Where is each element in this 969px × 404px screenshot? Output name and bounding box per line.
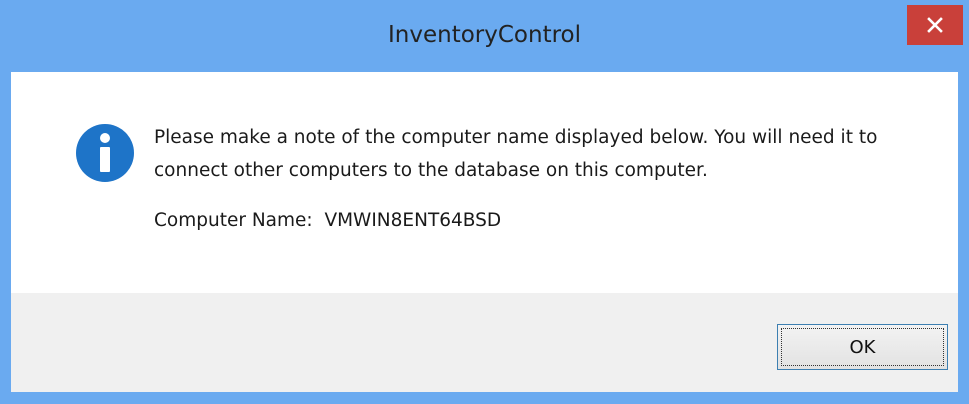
window-title: InventoryControl: [388, 22, 581, 48]
message-text: Please make a note of the computer name …: [154, 127, 878, 181]
info-icon: [76, 124, 134, 182]
dialog-footer: OK: [11, 293, 958, 392]
dialog-content: Please make a note of the computer name …: [11, 72, 958, 293]
computer-name-line: Computer Name: VMWIN8ENT64BSD: [154, 210, 501, 231]
close-icon: [927, 17, 943, 33]
ok-button-label: OK: [781, 328, 944, 366]
close-button[interactable]: [907, 5, 963, 45]
ok-button[interactable]: OK: [777, 324, 948, 370]
computer-name-label: Computer Name:: [154, 210, 313, 231]
dialog-window: InventoryControl Please make a note of t…: [0, 0, 969, 404]
title-bar[interactable]: InventoryControl: [0, 0, 969, 72]
computer-name-value: VMWIN8ENT64BSD: [324, 210, 502, 231]
